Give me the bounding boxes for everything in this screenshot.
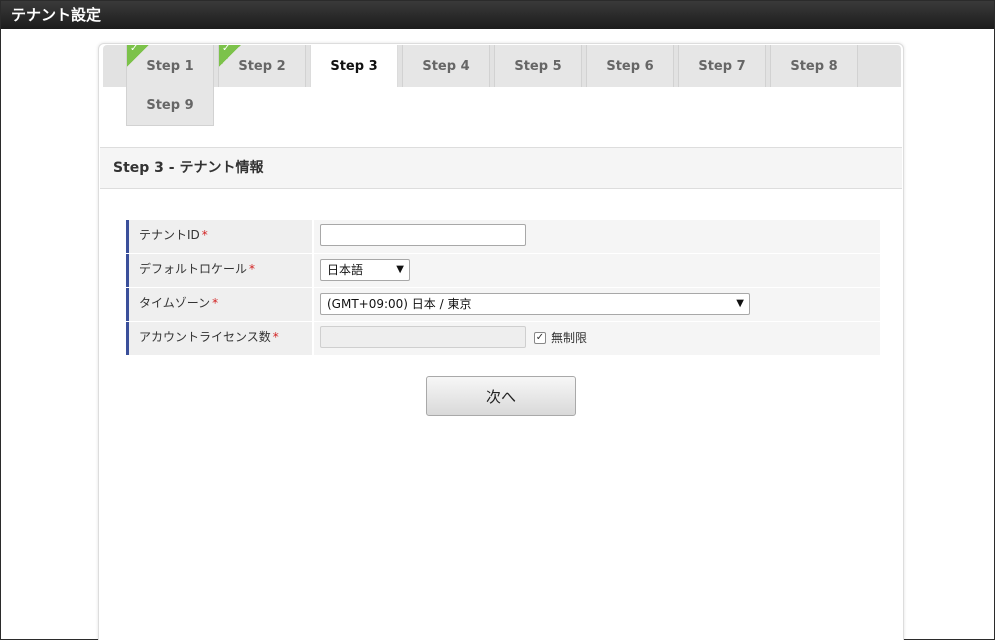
license-count-input [320, 326, 526, 348]
step-header: Step 3 - テナント情報 [100, 147, 902, 189]
tab-label: Step 4 [422, 58, 470, 74]
tab-step-2[interactable]: ✓ Step 2 [218, 45, 306, 87]
required-mark: * [272, 330, 279, 344]
completed-check-icon: ✓ [219, 45, 241, 67]
form-row-tenant-id: テナントID * [126, 220, 880, 254]
dropdown-arrow-icon: ▼ [736, 298, 744, 309]
tab-label: Step 8 [790, 58, 838, 74]
tab-step-4[interactable]: Step 4 [402, 45, 490, 87]
locale-label: デフォルトロケール * [126, 254, 312, 287]
required-mark: * [212, 296, 219, 310]
completed-check-icon: ✓ [127, 45, 149, 67]
tab-label: Step 5 [514, 58, 562, 74]
tab-label: Step 1 [146, 58, 194, 74]
locale-select[interactable]: 日本語 ▼ [320, 259, 410, 281]
tenant-form: テナントID * デフォルトロケール * 日本語 ▼ タイムゾーン * (GMT+09… [126, 220, 880, 356]
tab-step-7[interactable]: Step 7 [678, 45, 766, 87]
tab-label: Step 9 [146, 98, 194, 113]
required-mark: * [249, 262, 256, 276]
check-icon: ✓ [535, 332, 545, 343]
unlimited-checkbox[interactable]: ✓ [534, 332, 546, 344]
tab-step-9[interactable]: Step 9 [126, 86, 214, 126]
next-button[interactable]: 次へ [426, 376, 576, 416]
form-row-timezone: タイムゾーン * (GMT+09:00) 日本 / 東京 ▼ [126, 288, 880, 322]
tenant-id-label: テナントID * [126, 220, 312, 253]
tenant-id-input[interactable] [320, 224, 526, 246]
wizard-panel: ✓ Step 1 ✓ Step 2 Step 3 Step 4 Step 5 S… [98, 43, 904, 640]
step-tabs: ✓ Step 1 ✓ Step 2 Step 3 Step 4 Step 5 S… [103, 45, 901, 87]
required-mark: * [201, 228, 208, 242]
tab-label: Step 6 [606, 58, 654, 74]
unlimited-label: 無制限 [551, 331, 588, 345]
tab-step-3[interactable]: Step 3 [310, 45, 398, 87]
dropdown-arrow-icon: ▼ [396, 264, 404, 275]
license-label: アカウントライセンス数 * [126, 322, 312, 355]
tab-label: Step 7 [698, 58, 746, 74]
tab-label: Step 3 [330, 58, 378, 74]
tab-step-1[interactable]: ✓ Step 1 [126, 45, 214, 87]
form-row-locale: デフォルトロケール * 日本語 ▼ [126, 254, 880, 288]
timezone-select[interactable]: (GMT+09:00) 日本 / 東京 ▼ [320, 293, 750, 315]
window-title: テナント設定 [1, 1, 994, 29]
tab-step-6[interactable]: Step 6 [586, 45, 674, 87]
form-row-license: アカウントライセンス数 * ✓ 無制限 [126, 322, 880, 356]
timezone-label: タイムゾーン * [126, 288, 312, 321]
tab-step-8[interactable]: Step 8 [770, 45, 858, 87]
tab-label: Step 2 [238, 58, 286, 74]
tab-step-5[interactable]: Step 5 [494, 45, 582, 87]
